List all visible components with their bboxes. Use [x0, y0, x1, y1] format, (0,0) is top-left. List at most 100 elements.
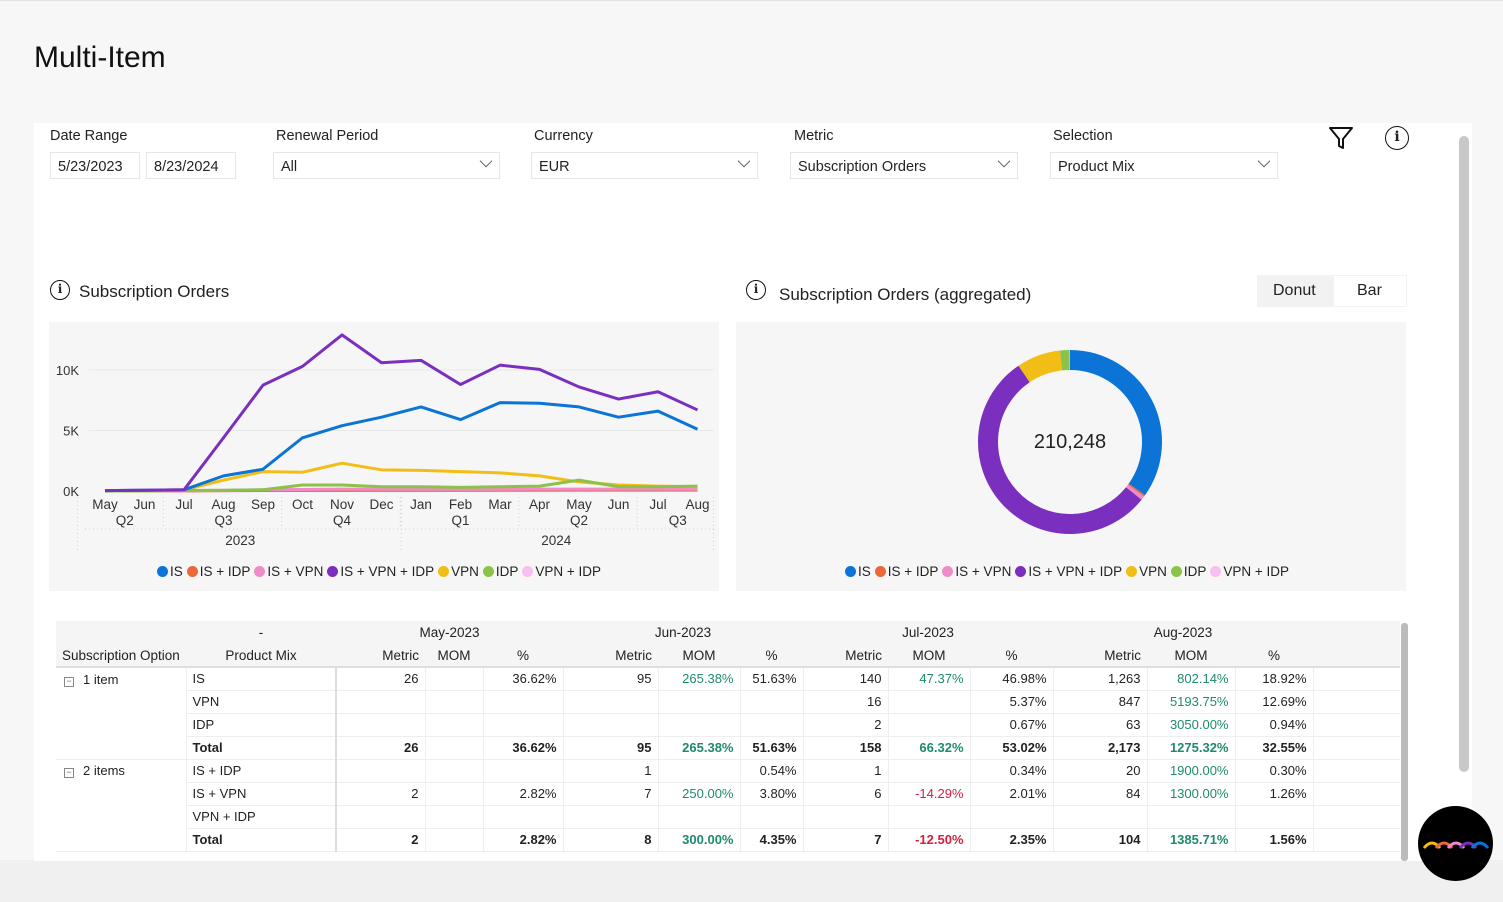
legend-item[interactable]: IDP	[482, 564, 519, 579]
legend-item[interactable]: IS + VPN + IDP	[327, 564, 434, 579]
column-header[interactable]: %	[970, 644, 1053, 668]
column-header[interactable]: MOM	[425, 644, 483, 668]
legend-label: IS	[858, 564, 871, 579]
column-header[interactable]: MOM	[888, 644, 970, 668]
mom-cell: 250.00%	[658, 782, 741, 806]
page-scrollbar[interactable]	[1459, 136, 1469, 772]
selection-dropdown[interactable]: Product Mix	[1050, 152, 1278, 179]
line-chart: 0K 5K 10K May Jun Jul Aug Sep Oct Nov Dec Jan Feb Mar…	[56, 333, 714, 550]
start-date-input[interactable]: 5/23/2023	[50, 152, 140, 179]
legend-item[interactable]: IDP	[1170, 564, 1206, 579]
mom-cell	[425, 805, 484, 829]
legend-item[interactable]: VPN + IDP	[522, 564, 601, 579]
mom-cell	[425, 759, 484, 783]
percent-cell: 12.69%	[1235, 690, 1314, 714]
column-header[interactable]: Metric	[1313, 644, 1400, 668]
x-tick-label: Apr	[529, 497, 551, 512]
collapse-icon[interactable]: −	[64, 676, 74, 687]
legend-dot-icon	[327, 566, 339, 577]
column-header[interactable]: Subscription Option	[56, 644, 186, 668]
column-header[interactable]: MOM	[1147, 644, 1235, 668]
donut-toggle-button[interactable]: Donut	[1273, 282, 1316, 300]
bar-toggle-button[interactable]: Bar	[1357, 282, 1382, 300]
assistant-logo-button[interactable]	[1418, 806, 1493, 881]
report-page: Multi-Item Date Range 5/23/2023 8/23/202…	[0, 0, 1503, 861]
column-header[interactable]: Metric	[1053, 644, 1147, 668]
table-row: VPN 16 5.37%8475193.75%12.69%1,54	[56, 690, 1400, 714]
month-header[interactable]: Jul-2023	[803, 621, 1053, 644]
percent-cell: 4.35%	[740, 828, 804, 852]
legend-item[interactable]: IS	[845, 564, 871, 579]
quarter-label: Q2	[570, 513, 588, 528]
x-tick-label: May	[92, 497, 118, 512]
metric-cell: 847	[1053, 690, 1148, 714]
group-cell	[56, 713, 187, 736]
percent-cell: 1.26%	[1235, 782, 1314, 806]
month-header[interactable]: Aug-2023	[1053, 621, 1314, 644]
column-header[interactable]: Product Mix	[186, 644, 336, 668]
header-blank	[56, 621, 186, 644]
header-dash: -	[186, 621, 336, 644]
line-chart-legend: IS IS + IDP IS + VPN IS + VPN + IDP VPN IDP VP…	[157, 564, 601, 579]
percent-cell: 0.34%	[970, 759, 1054, 783]
end-date-input[interactable]: 8/23/2024	[146, 152, 236, 179]
legend-item[interactable]: IS + IDP	[874, 564, 938, 579]
legend-item[interactable]: VPN	[1126, 564, 1167, 579]
info-icon[interactable]: i	[746, 280, 766, 300]
rainbow-logo-icon	[1422, 841, 1490, 849]
metric-cell	[563, 713, 659, 737]
chart-type-toggle: Donut Bar	[1257, 275, 1407, 307]
mom-cell: 1275.32%	[1147, 736, 1236, 760]
mom-cell: 5193.75%	[1147, 690, 1236, 714]
chevron-down-icon	[997, 154, 1011, 168]
mom-cell	[658, 805, 741, 829]
legend-label: IDP	[495, 564, 519, 579]
column-header[interactable]: %	[483, 644, 563, 668]
column-header[interactable]: %	[1235, 644, 1314, 668]
x-tick-label: Jun	[608, 497, 630, 512]
legend-item[interactable]: IS + VPN	[942, 564, 1011, 579]
currency-dropdown[interactable]: EUR	[531, 152, 758, 179]
percent-cell	[483, 805, 564, 829]
legend-item[interactable]: IS + IDP	[186, 564, 250, 579]
renewal-period-dropdown[interactable]: All	[273, 152, 500, 179]
mom-cell	[658, 690, 741, 714]
legend-item[interactable]: IS + VPN	[254, 564, 323, 579]
legend-item[interactable]: IS	[157, 564, 183, 579]
legend-dot-icon	[157, 566, 168, 577]
legend-item[interactable]: VPN	[438, 564, 479, 579]
info-icon[interactable]: i	[1385, 126, 1409, 150]
mom-cell: 66.32%	[888, 736, 971, 760]
legend-dot-icon	[522, 566, 534, 577]
x-tick-label: Jul	[175, 497, 192, 512]
group-cell: −1 item	[56, 667, 187, 690]
column-header[interactable]: Metric	[563, 644, 658, 668]
column-header[interactable]: Metric	[336, 644, 425, 668]
info-icon[interactable]: i	[50, 280, 70, 300]
metric-label: Metric	[794, 128, 834, 144]
group-cell	[56, 805, 187, 828]
collapse-icon[interactable]: −	[64, 768, 74, 779]
filter-icon[interactable]	[1328, 125, 1354, 151]
column-header[interactable]: Metric	[803, 644, 888, 668]
legend-item[interactable]: VPN + IDP	[1210, 564, 1289, 579]
x-tick-label: Aug	[685, 497, 709, 512]
legend-item[interactable]: IS + VPN + IDP	[1015, 564, 1122, 579]
month-header[interactable]: May-2023	[336, 621, 563, 644]
column-header[interactable]: %	[740, 644, 803, 668]
y-tick-label: 5K	[63, 424, 79, 439]
donut-slice	[1069, 350, 1162, 496]
legend-dot-icon	[845, 566, 856, 577]
header-row-months: - May-2023 Jun-2023 Jul-2023 Aug-2023	[56, 621, 1400, 644]
x-tick-label: Jan	[410, 497, 432, 512]
mom-cell	[888, 759, 971, 783]
column-header[interactable]: MOM	[658, 644, 740, 668]
metric-cell: 140	[803, 667, 889, 691]
metric-dropdown[interactable]: Subscription Orders	[790, 152, 1018, 179]
percent-cell: 36.62%	[483, 736, 564, 760]
group-label: 2 items	[83, 763, 125, 779]
donut-chart-panel: 210,248 IS IS + IDP IS + VPN IS + VPN + IDP…	[736, 322, 1406, 591]
month-header[interactable]: Jun-2023	[563, 621, 803, 644]
table-scrollbar[interactable]	[1401, 623, 1408, 861]
percent-cell: 2.01%	[970, 782, 1054, 806]
